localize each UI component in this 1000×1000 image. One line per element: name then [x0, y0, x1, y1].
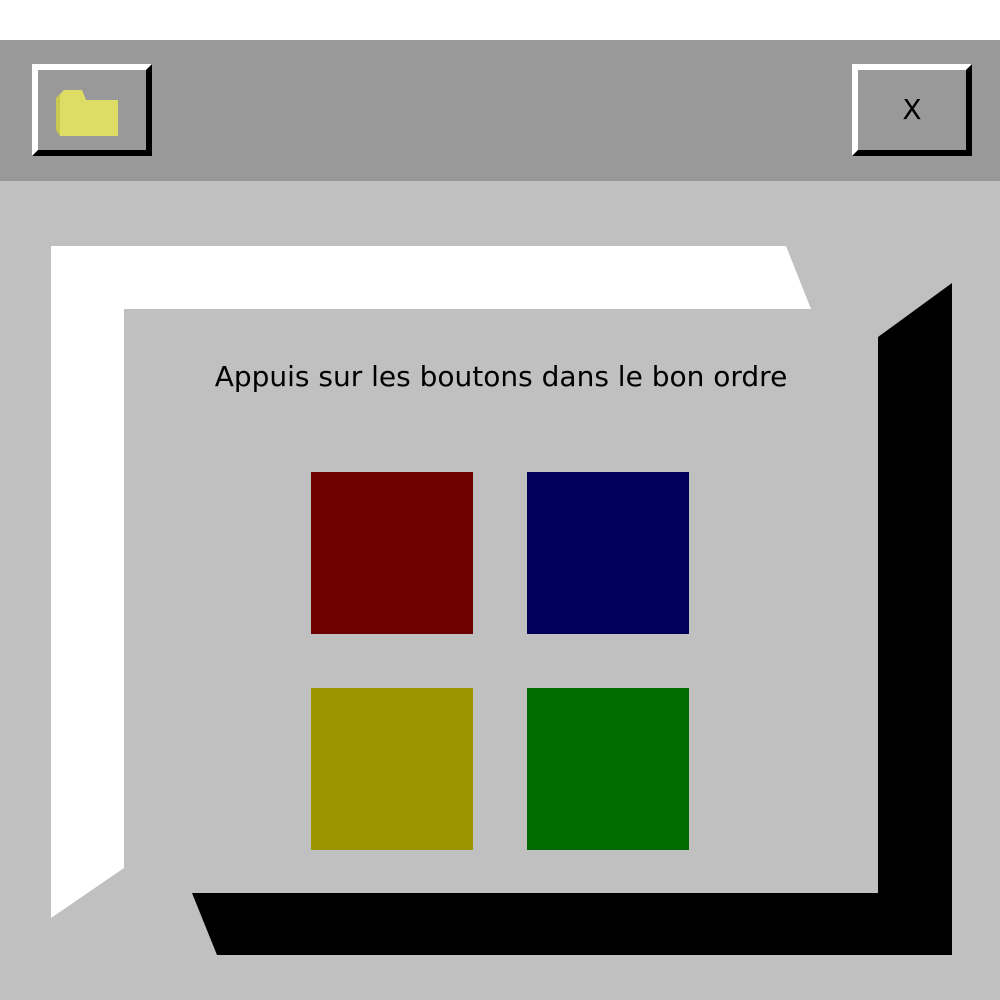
close-button[interactable]: X — [852, 64, 972, 156]
instruction-text: Appuis sur les boutons dans le bon ordre — [214, 360, 788, 393]
blue-button[interactable] — [527, 472, 689, 634]
yellow-button[interactable] — [311, 688, 473, 850]
folder-button[interactable] — [32, 64, 152, 156]
green-button[interactable] — [527, 688, 689, 850]
red-button[interactable] — [311, 472, 473, 634]
folder-icon — [56, 90, 118, 136]
dialog-panel — [124, 309, 878, 893]
screen: X Appuis sur les boutons dans le bon ord… — [0, 0, 1000, 1000]
close-icon: X — [902, 93, 922, 126]
